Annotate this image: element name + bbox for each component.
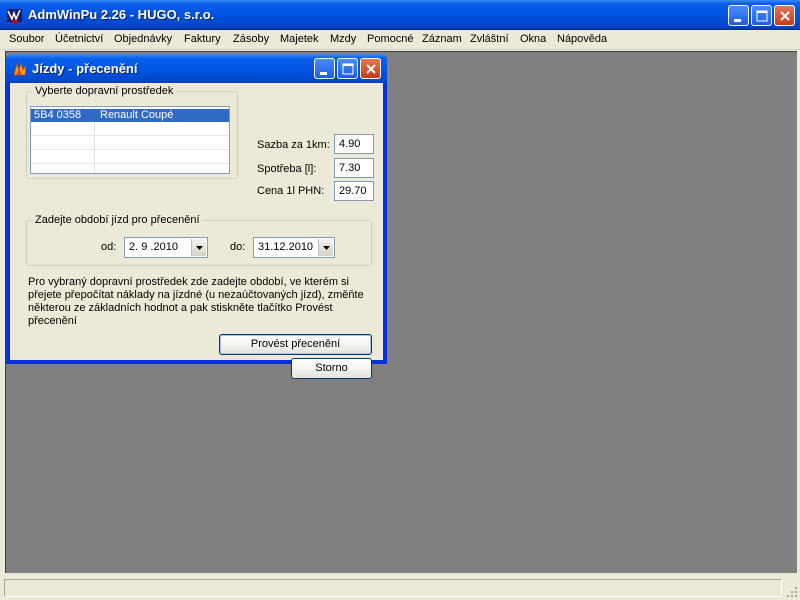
- close-icon: [780, 11, 790, 21]
- vehicle-group-label: Vyberte dopravní prostředek: [33, 85, 176, 97]
- dialog-close-button[interactable]: [360, 58, 381, 79]
- to-date-dropdown[interactable]: [318, 239, 333, 256]
- description-text: Pro vybraný dopravní prostředek zde zade…: [28, 276, 364, 327]
- from-date-picker[interactable]: 2. 9 .2010: [124, 237, 208, 258]
- menu-faktury[interactable]: Faktury: [184, 33, 221, 45]
- empty-list-row[interactable]: [31, 123, 229, 136]
- status-panel: [4, 579, 782, 597]
- menu-ucetnictvi[interactable]: Účetnictví: [55, 33, 103, 45]
- period-groupbox: Zadejte období jízd pro přecenění od: 2.…: [26, 214, 372, 266]
- menu-majetek[interactable]: Majetek: [280, 33, 319, 45]
- menu-zvlastni[interactable]: Zvláštní: [470, 33, 509, 45]
- vehicle-row[interactable]: 5B4 0358 Renault Coupé: [31, 109, 229, 122]
- consumption-label: Spotřeba [l]:: [257, 163, 317, 175]
- menu-zaznam[interactable]: Záznam: [422, 33, 462, 45]
- dialog-body: Vyberte dopravní prostředek 5B4 0358 Ren…: [10, 83, 383, 379]
- app-title: AdmWinPu 2.26 - HUGO, s.r.o.: [28, 7, 215, 22]
- minimize-icon: [734, 19, 741, 22]
- jizdy-dialog: Jízdy - přecenění Vyberte dopravní prost…: [6, 54, 387, 379]
- dialog-app-icon: [12, 61, 28, 77]
- maximize-button[interactable]: [751, 5, 772, 26]
- close-button[interactable]: [774, 5, 795, 26]
- menu-objednavky[interactable]: Objednávky: [114, 33, 172, 45]
- to-label: do:: [230, 241, 246, 253]
- from-date-dropdown[interactable]: [191, 239, 206, 256]
- dialog-title-bar[interactable]: Jízdy - přecenění: [6, 54, 387, 83]
- to-date-picker[interactable]: 31.12.2010: [253, 237, 335, 258]
- menu-napoveda[interactable]: Nápověda: [557, 33, 607, 45]
- vehicle-name: Renault Coupé: [100, 109, 174, 121]
- period-group-label: Zadejte období jízd pro přecenění: [33, 214, 202, 226]
- menu-mzdy[interactable]: Mzdy: [330, 33, 356, 45]
- menu-bar: Soubor Účetnictví Objednávky Faktury Zás…: [0, 30, 800, 50]
- menu-okna[interactable]: Okna: [520, 33, 546, 45]
- minimize-button[interactable]: [728, 5, 749, 26]
- chevron-down-icon: [196, 246, 203, 250]
- vehicle-plate: 5B4 0358: [34, 109, 82, 121]
- chevron-down-icon: [323, 246, 330, 250]
- rate-label: Sazba za 1km:: [257, 139, 330, 151]
- main-title-bar[interactable]: AdmWinPu 2.26 - HUGO, s.r.o.: [0, 0, 800, 30]
- minimize-icon: [320, 72, 327, 75]
- menu-zasoby[interactable]: Zásoby: [233, 33, 269, 45]
- consumption-input[interactable]: 7.30: [334, 158, 374, 178]
- menu-soubor[interactable]: Soubor: [9, 33, 44, 45]
- empty-list-row[interactable]: [31, 137, 229, 150]
- dialog-title: Jízdy - přecenění: [32, 61, 138, 76]
- menu-pomocne[interactable]: Pomocné: [367, 33, 413, 45]
- fuel-price-input[interactable]: 29.70: [334, 181, 374, 201]
- dialog-minimize-button[interactable]: [314, 58, 335, 79]
- resize-grip-icon[interactable]: [786, 586, 798, 598]
- empty-list-row[interactable]: [31, 151, 229, 164]
- to-date-value: 31.12.2010: [258, 241, 314, 253]
- app-icon: [6, 7, 23, 24]
- cancel-button[interactable]: Storno: [291, 358, 372, 379]
- from-label: od:: [101, 241, 117, 253]
- execute-revaluation-button[interactable]: Provést přecenění: [219, 334, 372, 355]
- rate-input[interactable]: 4.90: [334, 134, 374, 154]
- fuel-price-label: Cena 1l PHN:: [257, 185, 325, 197]
- vehicle-groupbox: Vyberte dopravní prostředek 5B4 0358 Ren…: [26, 85, 238, 179]
- status-bar: [0, 577, 800, 600]
- close-icon: [366, 64, 376, 74]
- dialog-maximize-button[interactable]: [337, 58, 358, 79]
- from-date-value: 2. 9 .2010: [129, 241, 178, 253]
- vehicle-list[interactable]: 5B4 0358 Renault Coupé: [30, 106, 230, 174]
